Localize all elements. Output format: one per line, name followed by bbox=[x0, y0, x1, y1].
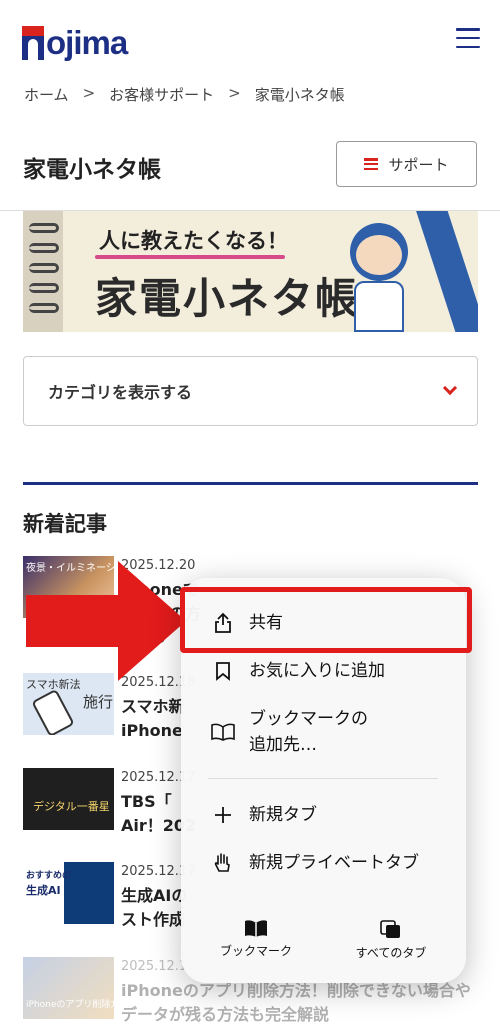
breadcrumb: ホーム > お客様サポート > 家電小ネタ帳 bbox=[24, 84, 345, 105]
monkey-face bbox=[356, 235, 402, 275]
all-tabs-button[interactable]: すべてのタブ bbox=[321, 920, 461, 961]
bookmarks-label: ブックマーク bbox=[219, 944, 292, 958]
site-header: ojima bbox=[0, 0, 500, 78]
menu-label: 新規タブ bbox=[249, 805, 317, 825]
menu-item-add-bookmark[interactable]: ブックマークの 追加先… bbox=[181, 706, 466, 758]
article-thumbnail: iPhoneのアプリ削除方法 bbox=[23, 957, 114, 1019]
hand-icon bbox=[211, 851, 235, 875]
menu-label: ブックマークの 追加先… bbox=[249, 709, 368, 755]
category-toggle[interactable]: カテゴリを表示する bbox=[23, 356, 478, 426]
category-label: カテゴリを表示する bbox=[48, 383, 193, 402]
hamburger-menu-icon[interactable] bbox=[456, 28, 480, 48]
open-book-icon bbox=[211, 720, 235, 744]
section-title: 新着記事 bbox=[23, 512, 107, 536]
banner-title: 家電小ネタ帳 bbox=[95, 274, 360, 323]
logo-n-mark bbox=[22, 26, 44, 60]
breadcrumb-separator: > bbox=[228, 84, 241, 102]
logo-text: ojima bbox=[46, 24, 128, 61]
support-label: サポート bbox=[388, 155, 449, 174]
hero-banner[interactable]: 人に教えたくなる！ 家電小ネタ帳 bbox=[23, 211, 478, 332]
article-thumbnail: おすすめの 生成AI bbox=[23, 862, 114, 924]
tabs-icon bbox=[380, 920, 400, 938]
menu-item-private-tab[interactable]: 新規プライベートタブ bbox=[181, 848, 466, 878]
red-arrow-annotation bbox=[26, 561, 186, 681]
nojima-logo[interactable]: ojima bbox=[22, 20, 128, 61]
support-menu-button[interactable]: サポート bbox=[336, 141, 477, 187]
menu-item-new-tab[interactable]: 新規タブ bbox=[181, 800, 466, 830]
popup-bottom-bar: ブックマーク すべてのタブ bbox=[181, 898, 466, 983]
menu-label: お気に入りに追加 bbox=[249, 661, 385, 681]
bookmark-icon bbox=[211, 659, 235, 683]
chevron-down-icon bbox=[442, 380, 458, 396]
page-title: 家電小ネタ帳 bbox=[23, 157, 161, 183]
menu-bars-icon bbox=[364, 158, 379, 170]
menu-item-favorite[interactable]: お気に入りに追加 bbox=[181, 656, 466, 686]
section-divider bbox=[23, 482, 478, 485]
notebook-rings bbox=[23, 211, 63, 332]
article-title: iPhoneのアプリ削除方法！削除できない場合や データが残る方法も完全解説 bbox=[121, 981, 471, 1024]
breadcrumb-separator: > bbox=[82, 84, 96, 102]
plus-icon bbox=[211, 803, 235, 827]
menu-divider bbox=[208, 778, 438, 779]
all-tabs-label: すべてのタブ bbox=[355, 946, 427, 960]
breadcrumb-support[interactable]: お客様サポート bbox=[109, 84, 214, 105]
banner-underline bbox=[95, 255, 285, 259]
book-icon bbox=[245, 920, 267, 937]
breadcrumb-current: 家電小ネタ帳 bbox=[254, 86, 345, 104]
bookmarks-button[interactable]: ブックマーク bbox=[186, 920, 326, 959]
article-thumbnail: スマホ新法 施行 bbox=[23, 673, 114, 735]
menu-label: 新規プライベートタブ bbox=[249, 853, 419, 873]
monkey-body bbox=[354, 281, 404, 332]
share-highlight-annotation bbox=[180, 587, 472, 653]
article-thumbnail: デジタル一番星 bbox=[23, 768, 114, 830]
pencil-icon bbox=[415, 211, 478, 332]
breadcrumb-home[interactable]: ホーム bbox=[24, 84, 69, 105]
banner-subtitle: 人に教えたくなる！ bbox=[99, 229, 288, 253]
